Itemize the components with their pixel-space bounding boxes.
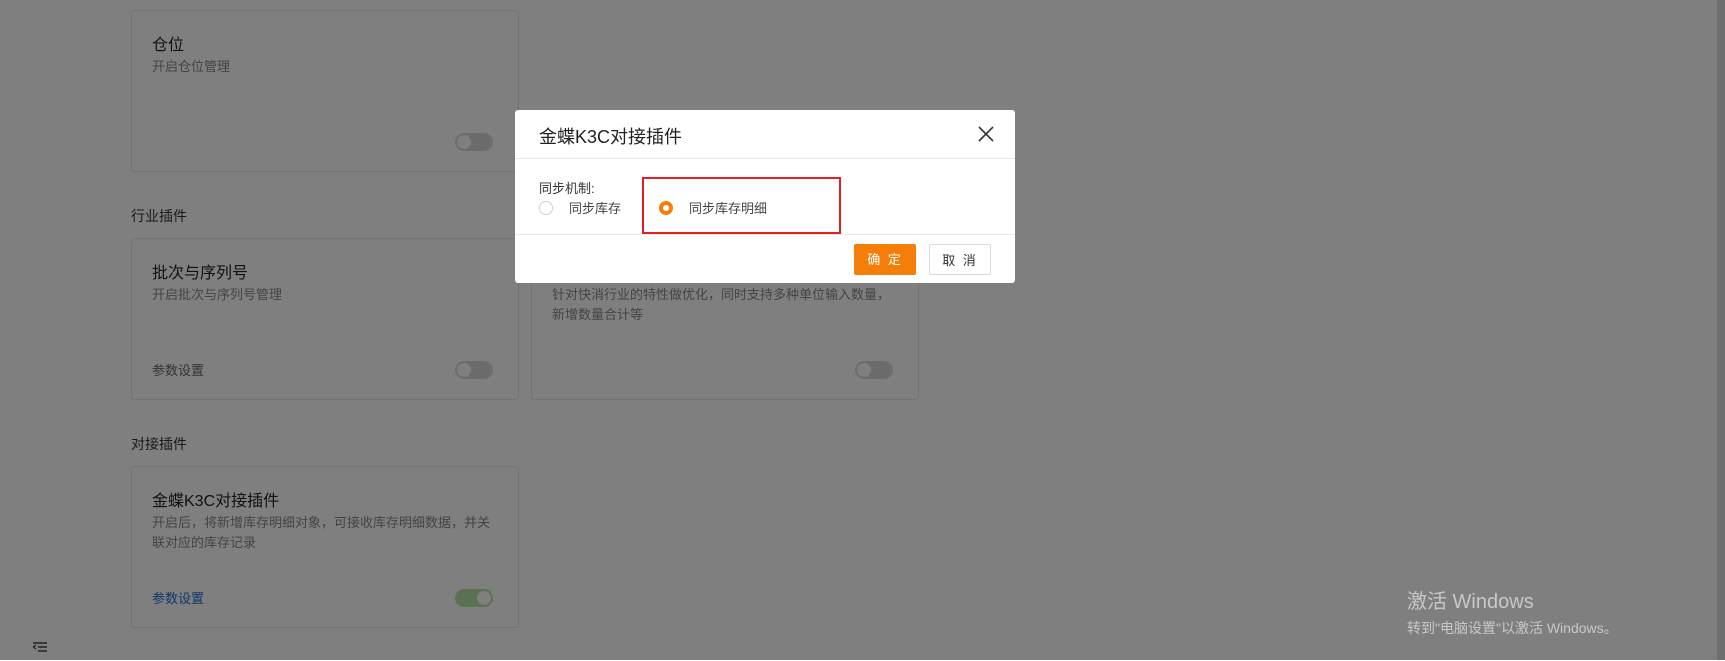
annotation-highlight-box — [642, 177, 841, 234]
confirm-button[interactable]: 确 定 — [854, 244, 916, 275]
windows-activation-watermark: 激活 Windows 转到"电脑设置"以激活 Windows。 — [1407, 585, 1618, 638]
close-icon[interactable] — [977, 125, 995, 143]
dialog-footer: 确 定 取 消 — [515, 234, 1015, 284]
page: 仓位 开启仓位管理 行业插件 批次与序列号 开启批次与序列号管理 参数设置 针对… — [0, 0, 1725, 660]
cancel-button[interactable]: 取 消 — [929, 244, 991, 275]
watermark-line1: 激活 Windows — [1407, 591, 1534, 613]
dialog-header: 金蝶K3C对接插件 — [515, 110, 1015, 159]
kingdee-config-dialog: 金蝶K3C对接插件 同步机制: 同步库存 同步库存明细 确 定 取 消 — [515, 110, 1015, 283]
radio-button[interactable] — [539, 200, 553, 215]
watermark-line2: 转到"电脑设置"以激活 Windows。 — [1407, 620, 1618, 636]
scrollbar[interactable] — [1717, 0, 1725, 660]
radio-label: 同步库存 — [569, 201, 622, 216]
sync-mechanism-label: 同步机制: — [539, 181, 595, 196]
radio-option-sync-stock[interactable]: 同步库存 — [539, 198, 621, 217]
dialog-title: 金蝶K3C对接插件 — [539, 127, 683, 147]
